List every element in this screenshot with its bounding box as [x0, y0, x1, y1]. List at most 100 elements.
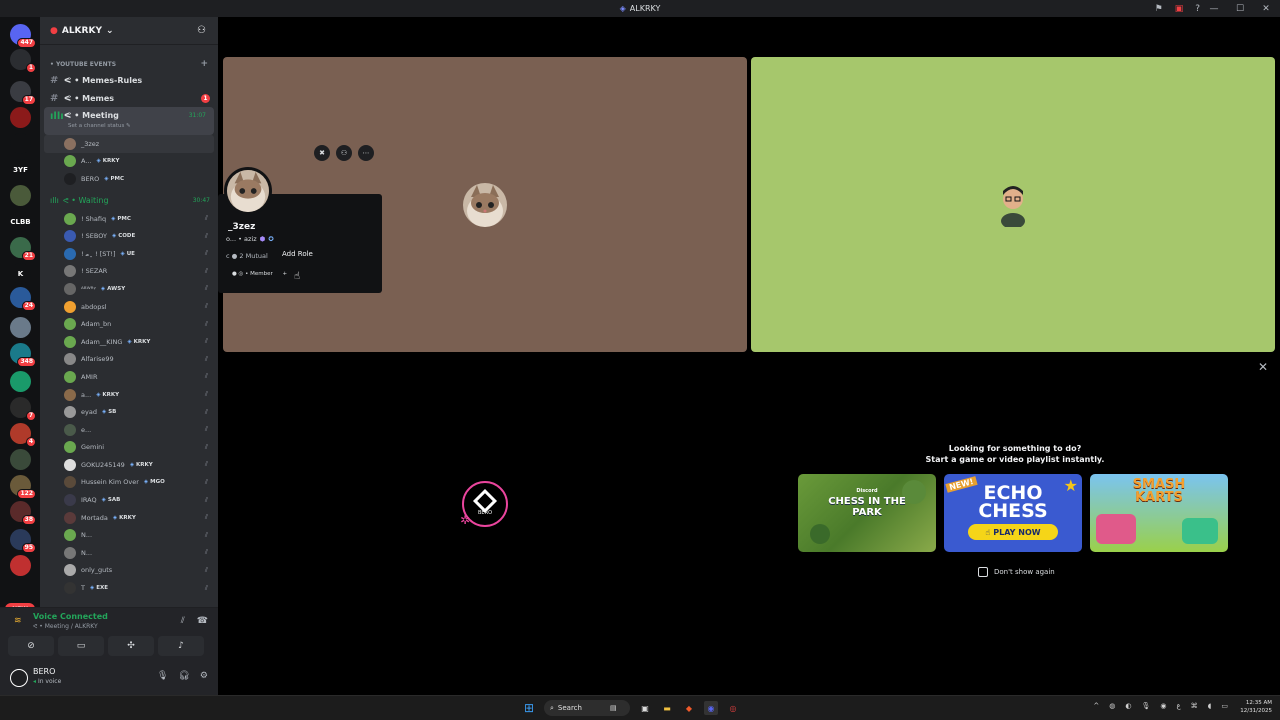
voice-user[interactable]: ! SEBOY ◈ CODE ⫽	[40, 227, 218, 245]
server-icon[interactable]: 21	[10, 237, 36, 261]
chrome-icon[interactable]: ◎	[726, 701, 740, 715]
server-clbb-icon[interactable]: CLBB	[10, 211, 31, 232]
server-header[interactable]: ● ALKRKY ⌄ ⚇	[40, 17, 218, 45]
server-icon[interactable]: 122	[10, 475, 36, 499]
voice-user[interactable]: ᴬᴮᵂᴿᵞ ◈ AWSY ⫽	[40, 280, 218, 298]
voice-user[interactable]: abdopsl ⫽	[40, 298, 218, 316]
voice-user[interactable]: ! SEZAR ⫽	[40, 263, 218, 281]
voice-user[interactable]: Gemini ⫽	[40, 439, 218, 457]
disconnect-icon[interactable]: ☎	[197, 616, 208, 626]
bero-avatar[interactable]: BERO ✲	[460, 481, 508, 527]
avatar[interactable]	[10, 669, 28, 687]
network-icon[interactable]: ⌘	[1191, 702, 1198, 710]
search-box[interactable]: ⌕ Search ▤	[544, 700, 630, 716]
voice-user[interactable]: AMIR ⫽	[40, 368, 218, 386]
channel-status[interactable]: Set a channel status ✎	[68, 123, 131, 129]
voice-user[interactable]: Mortada ◈ KRKY ⫽	[40, 509, 218, 527]
minimize-icon[interactable]: —	[1208, 4, 1220, 14]
voice-user[interactable]: _3zez	[44, 135, 214, 153]
inbox-icon[interactable]: ⚑	[1155, 4, 1163, 14]
channel-memes[interactable]: # ᕙ • Memes 1	[40, 89, 218, 107]
microphone-icon[interactable]: 🎙︎	[157, 671, 168, 681]
voice-channel-link[interactable]: ᕙ • Meeting / ALKRKY	[33, 623, 98, 630]
heart-icon[interactable]	[10, 133, 31, 154]
discord-icon[interactable]: 447	[10, 24, 36, 48]
channel-memes-rules[interactable]: # ᕙ • Memes-Rules	[40, 71, 218, 89]
voice-user[interactable]: Adam_bn ⫽	[40, 315, 218, 333]
user-name[interactable]: BERO	[33, 667, 55, 676]
volume-icon[interactable]: ◖	[1208, 702, 1212, 710]
more-options-icon[interactable]: ⋯	[358, 145, 374, 161]
headphones-icon[interactable]: 🎧︎	[178, 671, 189, 681]
language-indicator[interactable]: ع	[1176, 702, 1180, 710]
camera-button[interactable]: ⊘	[8, 636, 54, 656]
file-explorer-icon[interactable]: ▬	[660, 701, 674, 715]
game-card-smash-karts[interactable]: SMASH KARTS	[1090, 474, 1228, 552]
server-icon[interactable]	[10, 185, 31, 206]
profile-icon[interactable]: ⚇	[336, 145, 352, 161]
server-icon[interactable]	[10, 449, 31, 470]
voice-user[interactable]: e... ⫽	[40, 421, 218, 439]
settings-gear-icon[interactable]: ⚙	[200, 671, 208, 681]
voice-user[interactable]: BERO ◈ PMC	[40, 170, 218, 188]
voice-user[interactable]: ! ﮼ﻣ ! [ST!] ◈ UE ⫽	[40, 245, 218, 263]
tray-chevron-icon[interactable]: ^	[1093, 702, 1099, 710]
discord-taskbar-icon[interactable]: ◉	[704, 701, 718, 715]
soundboard-button[interactable]: ♪	[158, 636, 204, 656]
server-icon[interactable]: 38	[10, 501, 36, 525]
close-icon[interactable]: ✕	[1260, 4, 1272, 14]
server-icon[interactable]: 95	[10, 529, 36, 553]
voice-user[interactable]: eyad ◈ SB ⫽	[40, 403, 218, 421]
server-icon[interactable]: 17	[10, 81, 36, 105]
server-icon[interactable]	[10, 371, 31, 392]
voice-user[interactable]: N... ⫽	[40, 526, 218, 544]
disconnect-user-icon[interactable]: ✖	[314, 145, 330, 161]
server-icon[interactable]	[10, 107, 31, 128]
voice-user[interactable]: Alfarise99 ⫽	[40, 351, 218, 369]
voice-channel-meeting[interactable]: ıllı ᕙ • Meeting 31:07 Set a channel sta…	[44, 107, 214, 135]
server-icon[interactable]	[10, 317, 31, 338]
add-role-button[interactable]: +	[282, 271, 287, 277]
voice-user[interactable]: T ◈ EXE ⫽	[40, 579, 218, 597]
activities-button[interactable]: ✣	[108, 636, 154, 656]
voice-status[interactable]: Voice Connected	[33, 612, 108, 621]
voice-user[interactable]: Adam__KING ◈ KRKY ⫽	[40, 333, 218, 351]
brave-browser-icon[interactable]: ◆	[682, 701, 696, 715]
server-icon[interactable]: 7	[10, 397, 36, 421]
dont-show-again-checkbox[interactable]: Don't show again	[978, 567, 1055, 577]
battery-icon[interactable]: ▭	[1221, 702, 1228, 710]
download-icon[interactable]: ▣	[1175, 4, 1184, 14]
play-now-button[interactable]: ☝ PLAY NOW	[968, 524, 1058, 540]
server-icon[interactable]: 24	[10, 287, 36, 311]
server-3yf-icon[interactable]: 3YF	[10, 159, 31, 180]
screen-share-button[interactable]: ▭	[58, 636, 104, 656]
tray-app-icon[interactable]: ◉	[1160, 702, 1166, 710]
voice-user[interactable]: a... ◈ KRKY ⫽	[40, 386, 218, 404]
tray-mic-icon[interactable]: 🎙︎	[1141, 702, 1150, 710]
noise-suppression-icon[interactable]: ⫽	[181, 616, 185, 626]
voice-channel-waiting[interactable]: ıllı ᕙ • Waiting 30:47	[40, 192, 218, 210]
voice-user[interactable]: A... ◈ KRKY	[40, 153, 218, 171]
server-k-icon[interactable]: K	[10, 263, 31, 284]
participant-tile[interactable]	[751, 57, 1275, 352]
checkbox[interactable]	[978, 567, 988, 577]
voice-user[interactable]: IRAQ ◈ SAB ⫽	[40, 491, 218, 509]
help-icon[interactable]: ?	[1195, 4, 1200, 14]
tray-app-icon[interactable]: ◍	[1109, 702, 1115, 710]
voice-user[interactable]: Hussein Kim Over ◈ MGO ⫽	[40, 474, 218, 492]
voice-user[interactable]: GOKU245149 ◈ KRKY ⫽	[40, 456, 218, 474]
server-icon[interactable]: 348	[10, 343, 36, 367]
server-p-icon[interactable]: 1	[10, 49, 36, 73]
category-youtube-events[interactable]: • YOUTUBE EVENTS +	[40, 57, 218, 71]
mutual-info[interactable]: ϲ ● 2 Mutual	[226, 252, 268, 260]
game-card-chess-in-the-park[interactable]: Discord CHESS IN THE PARK	[798, 474, 936, 552]
server-icon[interactable]	[10, 555, 31, 576]
voice-user[interactable]: only_guts ⫽	[40, 562, 218, 580]
add-channel-icon[interactable]: +	[200, 59, 208, 69]
voice-user[interactable]: ! Shafiq ◈ PMC ⫽	[40, 210, 218, 228]
windows-start-icon[interactable]: ⊞	[522, 701, 536, 715]
server-icon[interactable]: 4	[10, 423, 36, 447]
voice-user[interactable]: N... ⫽	[40, 544, 218, 562]
invite-people-icon[interactable]: ⚇	[197, 25, 206, 36]
signal-icon[interactable]: ≋	[14, 616, 22, 626]
